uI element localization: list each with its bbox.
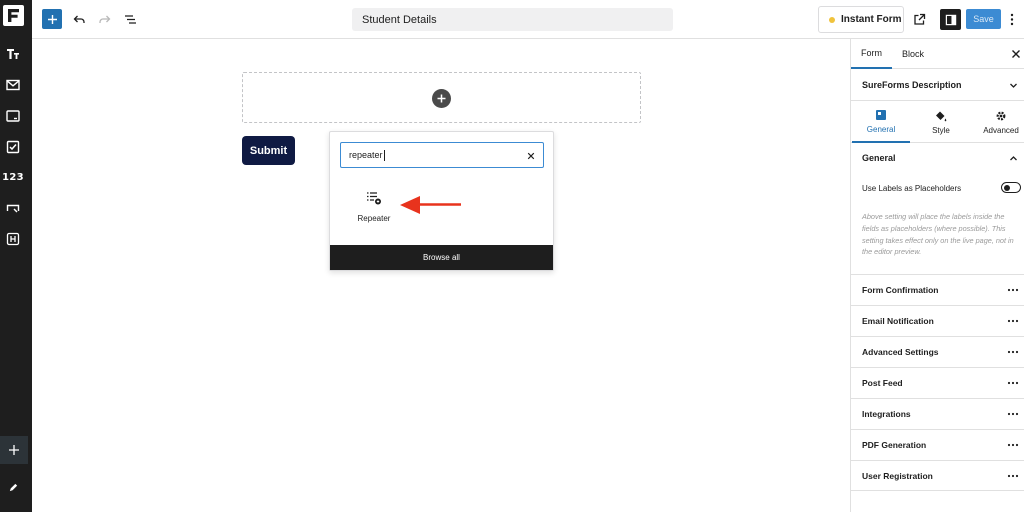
more-horizontal-icon[interactable] bbox=[1007, 288, 1019, 292]
undo-icon[interactable] bbox=[69, 9, 89, 29]
search-value: repeater bbox=[349, 150, 383, 160]
chevron-down-icon bbox=[1010, 83, 1017, 88]
more-horizontal-icon[interactable] bbox=[1007, 350, 1019, 354]
panel-label: Integrations bbox=[862, 409, 911, 419]
subtab-advanced[interactable]: Advanced bbox=[972, 101, 1024, 143]
more-horizontal-icon[interactable] bbox=[1007, 443, 1019, 447]
more-horizontal-icon[interactable] bbox=[1007, 474, 1019, 478]
paint-bucket-icon bbox=[936, 111, 947, 121]
input-field-icon[interactable] bbox=[0, 106, 26, 126]
chevron-up-icon bbox=[1010, 156, 1017, 161]
general-heading: General bbox=[862, 153, 896, 163]
repeater-block-result[interactable]: Repeater bbox=[352, 190, 396, 230]
panel-form-confirmation[interactable]: Form Confirmation bbox=[851, 274, 1024, 305]
button-icon[interactable] bbox=[0, 198, 26, 218]
redo-icon[interactable] bbox=[94, 9, 114, 29]
red-arrow-annotation-icon bbox=[400, 196, 461, 214]
close-icon[interactable] bbox=[1011, 49, 1021, 59]
description-label: SureForms Description bbox=[862, 79, 962, 90]
use-labels-as-placeholders-toggle[interactable] bbox=[1001, 182, 1021, 193]
checkbox-icon[interactable] bbox=[0, 137, 26, 157]
browse-all-button[interactable]: Browse all bbox=[330, 245, 553, 270]
text-format-icon[interactable] bbox=[0, 44, 26, 64]
subtab-style-label: Style bbox=[932, 125, 950, 135]
panel-integrations[interactable]: Integrations bbox=[851, 398, 1024, 429]
panel-user-registration[interactable]: User Registration bbox=[851, 460, 1024, 491]
repeater-icon bbox=[367, 192, 381, 205]
panel-label: PDF Generation bbox=[862, 440, 927, 450]
add-block-icon[interactable] bbox=[432, 89, 451, 108]
edit-icon[interactable] bbox=[4, 478, 22, 496]
sureforms-description-panel[interactable]: SureForms Description bbox=[851, 69, 1024, 101]
save-button[interactable]: Save bbox=[966, 9, 1001, 29]
more-horizontal-icon[interactable] bbox=[1007, 381, 1019, 385]
panel-label: Form Confirmation bbox=[862, 285, 939, 295]
settings-sidebar: Form Block SureForms Description General… bbox=[850, 39, 1024, 512]
top-toolbar: Student Details Instant Form Save bbox=[32, 0, 1024, 39]
more-horizontal-icon[interactable] bbox=[1007, 319, 1019, 323]
panel-label: Advanced Settings bbox=[862, 347, 939, 357]
panel-pdf-generation[interactable]: PDF Generation bbox=[851, 429, 1024, 460]
panel-label: Email Notification bbox=[862, 316, 934, 326]
forms-logo-icon[interactable] bbox=[3, 5, 24, 26]
submit-button[interactable]: Submit bbox=[242, 136, 295, 165]
heading-icon[interactable] bbox=[0, 229, 26, 249]
tab-form[interactable]: Form bbox=[851, 39, 892, 69]
panel-advanced-settings[interactable]: Advanced Settings bbox=[851, 336, 1024, 367]
sidebar-tabs: Form Block bbox=[851, 39, 1024, 69]
status-dot-icon bbox=[829, 16, 835, 23]
placeholder-toggle-row: Use Labels as Placeholders bbox=[862, 181, 1022, 195]
result-label: Repeater bbox=[357, 214, 391, 223]
document-title[interactable]: Student Details bbox=[352, 8, 673, 31]
help-text: Above setting will place the labels insi… bbox=[862, 212, 1014, 257]
subtab-advanced-label: Advanced bbox=[983, 125, 1019, 135]
block-inserter-button[interactable] bbox=[42, 9, 62, 29]
instant-form-label: Instant Form bbox=[841, 14, 902, 25]
mail-icon[interactable] bbox=[0, 75, 26, 95]
number-label: 123 bbox=[2, 171, 24, 183]
instant-form-button[interactable]: Instant Form bbox=[818, 6, 904, 33]
number-icon[interactable]: 123 bbox=[0, 167, 26, 187]
editor-canvas: Submit repeater Repeater Browse all bbox=[32, 39, 850, 512]
subtab-general-label: General bbox=[866, 124, 896, 134]
panel-email-notification[interactable]: Email Notification bbox=[851, 305, 1024, 336]
subtab-style[interactable]: Style bbox=[912, 101, 970, 143]
block-search-input[interactable]: repeater bbox=[340, 142, 544, 168]
more-options-icon[interactable] bbox=[1006, 9, 1018, 29]
panel-post-feed[interactable]: Post Feed bbox=[851, 367, 1024, 398]
panel-label: Post Feed bbox=[862, 378, 903, 388]
settings-sidebar-toggle-icon[interactable] bbox=[940, 9, 961, 30]
toggle-knob bbox=[1004, 184, 1010, 191]
sidebar-subtabs: General Style Advanced bbox=[851, 101, 1024, 143]
tab-block[interactable]: Block bbox=[902, 39, 924, 69]
toggle-label: Use Labels as Placeholders bbox=[862, 183, 962, 193]
subtab-general[interactable]: General bbox=[852, 101, 910, 143]
document-overview-icon[interactable] bbox=[120, 9, 140, 29]
external-link-icon[interactable] bbox=[909, 9, 929, 29]
gear-icon bbox=[996, 111, 1006, 120]
add-icon[interactable] bbox=[0, 436, 28, 464]
more-horizontal-icon[interactable] bbox=[1007, 412, 1019, 416]
left-rail: 123 bbox=[0, 0, 32, 512]
panel-label: User Registration bbox=[862, 470, 933, 481]
clear-search-icon[interactable] bbox=[525, 150, 536, 161]
empty-block-placeholder[interactable] bbox=[242, 72, 641, 123]
general-section-header[interactable]: General bbox=[851, 143, 1024, 173]
block-inserter-popover: repeater Repeater Browse all bbox=[329, 131, 554, 271]
general-settings-icon bbox=[876, 109, 886, 120]
